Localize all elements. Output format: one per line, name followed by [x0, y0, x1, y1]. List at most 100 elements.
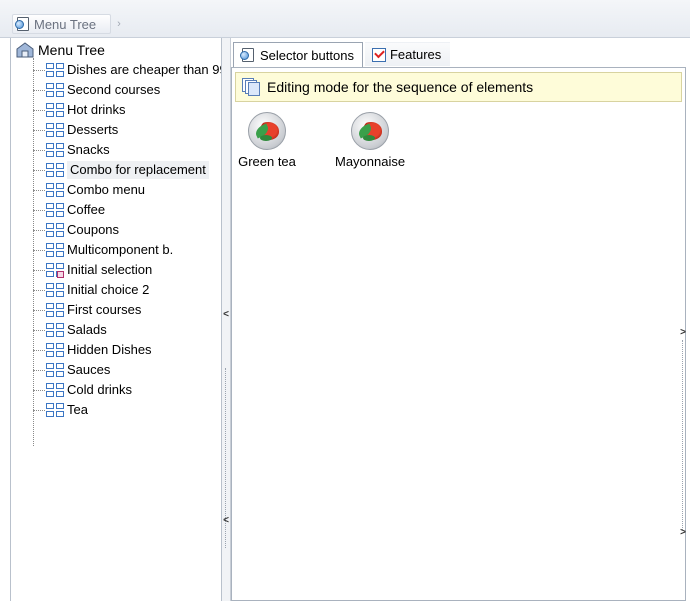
tree-item-label: Tea — [67, 402, 88, 417]
tab-label: Selector buttons — [260, 47, 354, 63]
tree-connector — [33, 209, 45, 211]
grid-menu-icon — [45, 302, 65, 318]
tree-connector — [33, 389, 45, 391]
grid-menu-icon — [45, 202, 65, 218]
tree-connector — [33, 409, 45, 411]
home-folder-icon — [16, 42, 34, 58]
tree-item[interactable]: Hot drinks — [33, 100, 126, 120]
grid-menu-icon — [45, 362, 65, 378]
tree-item-label: Desserts — [67, 122, 119, 137]
product-label: Green tea — [238, 154, 296, 169]
tree-item-label: Second courses — [67, 82, 161, 97]
selector-button-green-tea[interactable]: Green tea — [232, 112, 302, 169]
tree-connector — [33, 349, 45, 351]
grid-menu-icon — [45, 122, 65, 138]
checklist-icon — [371, 47, 386, 62]
collapse-left-icon[interactable]: < — [222, 516, 230, 526]
tree-connector — [33, 69, 45, 71]
tree-item[interactable]: Hidden Dishes — [33, 340, 152, 360]
tree-item-label: Coupons — [67, 222, 120, 237]
grid-menu-icon — [45, 62, 65, 78]
grid-menu-icon — [45, 282, 65, 298]
tree-node-icon — [15, 16, 31, 32]
tree-item[interactable]: Coffee — [33, 200, 105, 220]
tree-item[interactable]: Combo menu — [33, 180, 145, 200]
tab-features[interactable]: Features — [364, 42, 451, 66]
tree-connector — [33, 289, 45, 291]
tree-item[interactable]: First courses — [33, 300, 141, 320]
grid-menu-icon — [45, 322, 65, 338]
tree-connector — [33, 309, 45, 311]
tree-item[interactable]: Sauces — [33, 360, 110, 380]
tree-item[interactable]: Snacks — [33, 140, 110, 160]
tree-connector — [33, 89, 45, 91]
tree-item-label: Salads — [67, 322, 107, 337]
scroll-grip[interactable] — [682, 340, 683, 530]
tab-selector-buttons[interactable]: Selector buttons — [233, 42, 363, 67]
tree-item[interactable]: Coupons — [33, 220, 119, 240]
tree-connector — [33, 229, 45, 231]
tree-item-label: Snacks — [67, 142, 110, 157]
editing-mode-label: Editing mode for the sequence of element… — [267, 79, 534, 95]
grid-menu-icon — [45, 142, 65, 158]
editing-mode-bar: Editing mode for the sequence of element… — [235, 72, 682, 102]
breadcrumb-item-menu-tree[interactable]: Menu Tree — [12, 14, 112, 34]
tab-strip: Selector buttons Features — [233, 42, 451, 67]
tree-root-label: Menu Tree — [38, 42, 105, 58]
tree-item[interactable]: Dishes are cheaper than 99 rubles. — [33, 60, 221, 80]
dish-icon — [248, 112, 286, 150]
tree-item-label: Initial choice 2 — [67, 282, 150, 297]
tree-connector — [33, 129, 45, 131]
tree-item-label: Hot drinks — [67, 102, 126, 117]
sequence-pages-icon — [241, 77, 261, 97]
tree-item-label: Dishes are cheaper than 99 rubles. — [67, 62, 221, 77]
tree-connector — [33, 189, 45, 191]
tree-item[interactable]: Salads — [33, 320, 107, 340]
tree-item[interactable]: Multicomponent b. — [33, 240, 173, 260]
tree-connector — [33, 169, 45, 171]
tree-node-icon — [240, 47, 256, 63]
tree-item-label: Initial selection — [67, 262, 153, 277]
breadcrumb-label: Menu Tree — [34, 16, 97, 32]
grid-menu-badge-icon — [45, 262, 65, 278]
selector-buttons-content: Editing mode for the sequence of element… — [231, 67, 686, 601]
grid-menu-icon — [45, 382, 65, 398]
tree-item-label: First courses — [67, 302, 142, 317]
grid-menu-icon — [45, 182, 65, 198]
tree-item-label: Hidden Dishes — [67, 342, 152, 357]
breadcrumb-bar: Menu Tree › — [0, 0, 690, 38]
selector-button-mayonnaise[interactable]: Mayonnaise — [335, 112, 405, 169]
tree-item-label: Combo for replacement — [67, 161, 209, 179]
tree-item-label: Multicomponent b. — [67, 242, 174, 257]
tab-label: Features — [389, 47, 442, 62]
tree-item[interactable]: Second courses — [33, 80, 160, 100]
tree-item[interactable]: Desserts — [33, 120, 118, 140]
collapse-left-icon[interactable]: < — [222, 310, 230, 320]
grid-menu-icon — [45, 402, 65, 418]
tree-connector — [33, 269, 45, 271]
tree-item[interactable]: Tea — [33, 400, 88, 420]
product-label: Mayonnaise — [335, 154, 406, 169]
grid-menu-icon — [45, 342, 65, 358]
tree-item[interactable]: Combo for replacement — [33, 160, 209, 180]
right-scroll-handle[interactable]: > > — [678, 320, 688, 550]
grid-menu-icon — [45, 82, 65, 98]
tree-item-label: Combo menu — [67, 182, 146, 197]
tree-root-menu-tree[interactable]: Menu Tree — [15, 41, 105, 59]
tree-item-label: Cold drinks — [67, 382, 133, 397]
tree-item[interactable]: Initial selection — [33, 260, 152, 280]
panel-splitter[interactable]: < < — [222, 38, 231, 601]
tree-connector — [33, 249, 45, 251]
expand-right-icon[interactable]: > — [679, 328, 687, 338]
grid-menu-icon — [45, 162, 65, 178]
breadcrumb-separator: › — [117, 18, 121, 30]
tree-item[interactable]: Cold drinks — [33, 380, 132, 400]
tree-connector — [33, 369, 45, 371]
menu-tree-panel: Menu Tree Dishes are cheaper than 99 rub… — [10, 38, 222, 601]
tree-connector — [33, 109, 45, 111]
grid-menu-icon — [45, 222, 65, 238]
expand-right-icon[interactable]: > — [679, 528, 687, 538]
tree-item[interactable]: Initial choice 2 — [33, 280, 149, 300]
tree-connector — [33, 329, 45, 331]
tree-item-label: Coffee — [67, 202, 106, 217]
